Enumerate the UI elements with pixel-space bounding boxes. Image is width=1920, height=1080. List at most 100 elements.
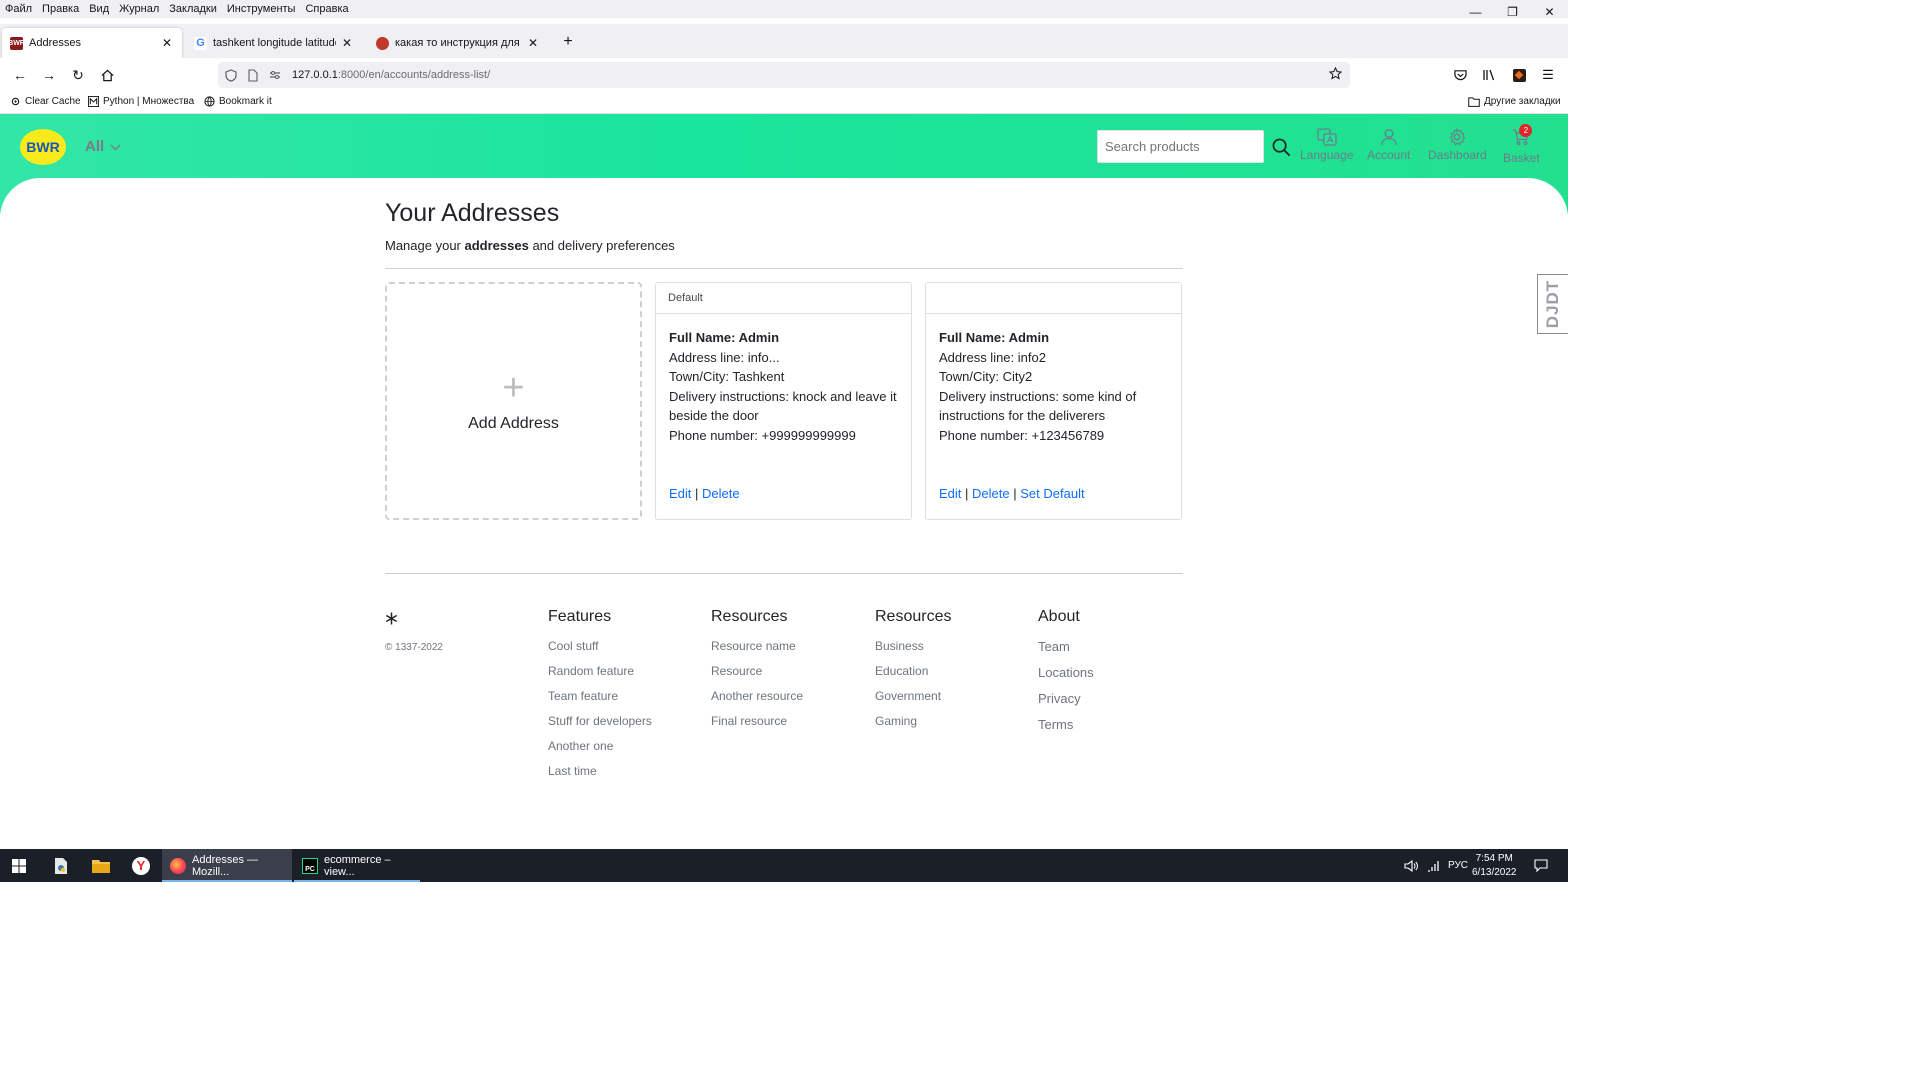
menu-history[interactable]: Журнал	[114, 3, 164, 15]
tab-title: какая то инструкция для доста	[395, 37, 522, 49]
footer-link[interactable]: Final resource	[711, 709, 803, 734]
basket-label: Basket	[1503, 151, 1540, 165]
menu-help[interactable]: Справка	[300, 3, 353, 15]
add-address-card[interactable]: + Add Address	[385, 282, 642, 520]
network-icon[interactable]	[1427, 849, 1441, 882]
minimize-icon[interactable]: —	[1457, 0, 1494, 24]
site-logo[interactable]: BWR	[20, 129, 66, 165]
footer-link[interactable]: Cool stuff	[548, 634, 652, 659]
file-explorer-icon[interactable]	[82, 849, 120, 882]
close-tab-icon[interactable]: ✕	[160, 36, 174, 50]
set-default-link[interactable]: Set Default	[1020, 486, 1084, 501]
footer-link[interactable]: Another one	[548, 734, 652, 759]
card-actions: Edit | Delete | Set Default	[939, 486, 1085, 501]
tab-google-search[interactable]: G tashkent longitude latitude - По ✕	[186, 28, 362, 58]
menu-file[interactable]: Файл	[0, 3, 37, 15]
footer-link[interactable]: Locations	[1038, 660, 1094, 686]
address-cards: + Add Address Default Full Name: Admin A…	[385, 282, 1183, 520]
bookmarks-toolbar: Clear Cache Python | Множества Bookmark …	[0, 92, 1568, 114]
hamburger-menu-icon[interactable]: ☰	[1536, 64, 1560, 86]
tab-instruction[interactable]: какая то инструкция для доста ✕	[368, 28, 548, 58]
volume-icon[interactable]	[1404, 849, 1418, 882]
basket-button[interactable]: 2 Basket	[1503, 124, 1540, 165]
footer-link[interactable]: Education	[875, 659, 951, 684]
footer-link[interactable]: Government	[875, 684, 951, 709]
account-button[interactable]: Account	[1367, 128, 1410, 162]
address-line: Address line: info2	[939, 349, 1046, 365]
permissions-icon[interactable]	[266, 70, 284, 80]
menu-tools[interactable]: Инструменты	[222, 3, 301, 15]
footer-link[interactable]: Team feature	[548, 684, 652, 709]
footer-col-title: Resources	[875, 608, 952, 625]
bookmark-star-icon[interactable]	[1328, 66, 1343, 83]
subtitle-bold: addresses	[464, 238, 529, 253]
delete-link[interactable]: Delete	[702, 486, 740, 501]
search-input[interactable]	[1097, 130, 1264, 163]
windows-start-icon[interactable]	[0, 849, 38, 882]
pocket-icon[interactable]	[1448, 64, 1472, 86]
language-label: Language	[1300, 148, 1354, 162]
menu-bookmarks[interactable]: Закладки	[164, 3, 222, 15]
add-address-label: Add Address	[468, 415, 559, 432]
footer-link[interactable]: Resource name	[711, 634, 803, 659]
full-name: Full Name: Admin	[939, 330, 1050, 345]
python-idle-icon[interactable]	[42, 849, 80, 882]
footer-link[interactable]: Privacy	[1038, 686, 1094, 712]
copyright: © 1337-2022	[385, 642, 443, 653]
gear-icon	[1449, 128, 1466, 146]
footer-link[interactable]: Terms	[1038, 712, 1094, 738]
footer-link[interactable]: Resource	[711, 659, 803, 684]
home-icon[interactable]	[95, 64, 119, 86]
url-host: 127.0.0.1	[292, 69, 338, 81]
restore-icon[interactable]: ❐	[1494, 0, 1531, 24]
bookmark-clear-cache[interactable]: Clear Cache	[10, 96, 81, 107]
search-icon[interactable]	[1270, 136, 1292, 158]
delete-link[interactable]: Delete	[972, 486, 1010, 501]
footer-link[interactable]: Gaming	[875, 709, 951, 734]
back-icon[interactable]: ←	[8, 64, 32, 86]
bookmark-it[interactable]: Bookmark it	[204, 96, 272, 107]
delivery-instructions: Delivery instructions: some kind of inst…	[939, 388, 1137, 424]
footer-col-resources-2: Resources Business Education Government …	[875, 608, 951, 734]
card-body: Full Name: Admin Address line: info... T…	[656, 314, 911, 460]
pycharm-icon: PC	[302, 857, 318, 874]
category-dropdown[interactable]: All	[85, 138, 121, 155]
close-tab-icon[interactable]: ✕	[340, 36, 354, 50]
edit-link[interactable]: Edit	[669, 486, 691, 501]
notifications-icon[interactable]	[1534, 849, 1548, 882]
gear-icon	[11, 97, 20, 106]
footer-link[interactable]: Random feature	[548, 659, 652, 684]
account-label: Account	[1367, 148, 1411, 162]
language-button[interactable]: Language	[1300, 128, 1353, 162]
footer-link[interactable]: Stuff for developers	[548, 709, 652, 734]
taskbar-pycharm[interactable]: PC ecommerce – view...	[294, 849, 420, 882]
close-tab-icon[interactable]: ✕	[526, 36, 540, 50]
new-tab-icon[interactable]: +	[558, 32, 578, 52]
taskbar-firefox[interactable]: Addresses — Mozill...	[162, 849, 292, 882]
footer-link[interactable]: Team	[1038, 634, 1094, 660]
dashboard-button[interactable]: Dashboard	[1428, 128, 1487, 162]
close-window-icon[interactable]: ✕	[1531, 0, 1568, 24]
footer-link[interactable]: Last time	[548, 759, 652, 784]
django-debug-toolbar-handle[interactable]: DJDT	[1537, 274, 1568, 334]
input-language[interactable]: РУС	[1448, 849, 1468, 882]
system-clock[interactable]: 7:54 PM 6/13/2022	[1472, 852, 1517, 880]
tab-addresses[interactable]: BWR Addresses ✕	[2, 28, 182, 58]
bookmark-other[interactable]: Другие закладки	[1468, 96, 1561, 107]
address-bar[interactable]: 127.0.0.1:8000/en/accounts/address-list/	[218, 62, 1350, 88]
library-icon[interactable]	[1477, 64, 1501, 86]
forward-icon[interactable]: →	[37, 64, 61, 86]
basket-count-badge: 2	[1519, 124, 1533, 137]
menu-edit[interactable]: Правка	[37, 3, 84, 15]
footer-link[interactable]: Another resource	[711, 684, 803, 709]
reload-icon[interactable]: ↻	[66, 64, 90, 86]
extension-icon[interactable]	[1507, 64, 1531, 86]
subtitle-post: and delivery preferences	[528, 238, 675, 253]
footer-link[interactable]: Business	[875, 634, 951, 659]
page-icon[interactable]	[244, 68, 262, 82]
yandex-browser-icon[interactable]: Y	[122, 849, 160, 882]
menu-view[interactable]: Вид	[84, 3, 114, 15]
edit-link[interactable]: Edit	[939, 486, 961, 501]
bookmark-python[interactable]: Python | Множества	[88, 96, 194, 107]
shield-icon[interactable]	[222, 68, 240, 82]
